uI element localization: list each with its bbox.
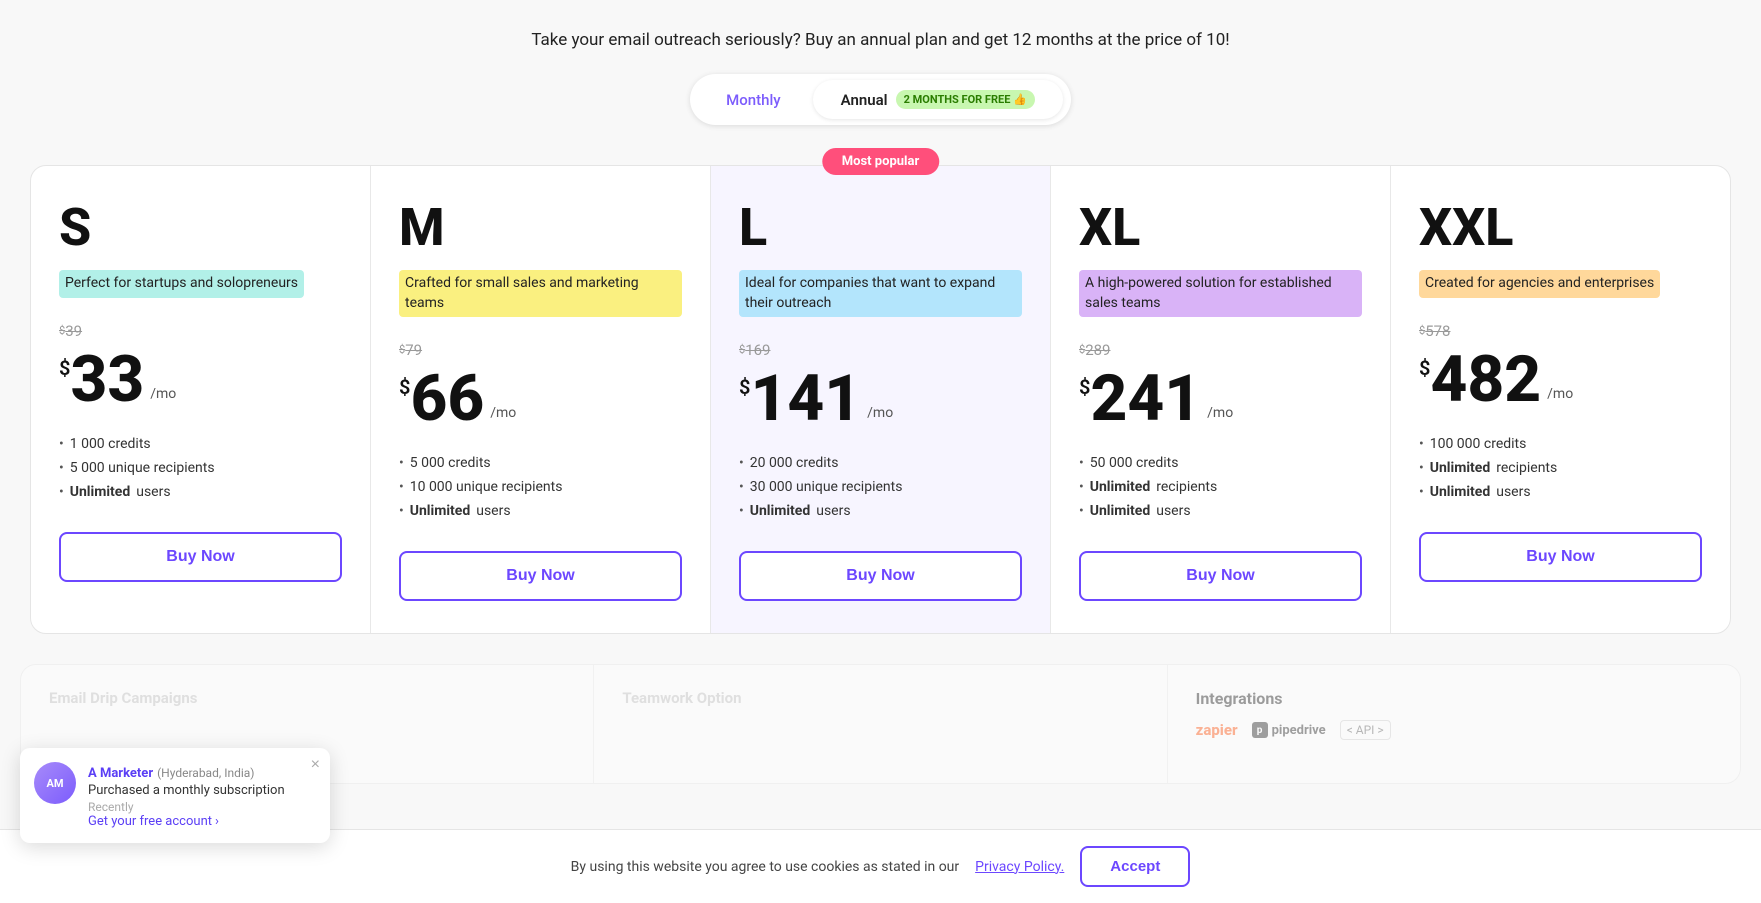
cookie-accept-button[interactable]: Accept <box>1080 846 1190 887</box>
cookie-text: By using this website you agree to use c… <box>571 859 959 875</box>
features-list-xxl: 100 000 credits Unlimited recipients Unlim… <box>1419 436 1702 500</box>
price-row-m: $79 $ 66 /mo <box>399 341 682 431</box>
current-price-l: $ 141 <box>739 367 861 431</box>
plan-name-m: M <box>399 202 682 254</box>
original-price-m: $79 <box>399 341 484 359</box>
notif-location: (Hyderabad, India) <box>157 766 254 780</box>
plan-name-xxl: XXL <box>1419 202 1702 254</box>
feature-item: Unlimited recipients <box>1419 460 1702 476</box>
buy-button-xxl[interactable]: Buy Now <box>1419 532 1702 582</box>
notif-content: A Marketer (Hyderabad, India) Purchased … <box>88 762 314 829</box>
plans-wrapper: S Perfect for startups and solopreneurs … <box>30 165 1731 634</box>
integrations-title: Integrations <box>1196 689 1712 708</box>
price-row-s: $39 $ 33 /mo <box>59 322 342 412</box>
plan-card-s: S Perfect for startups and solopreneurs … <box>31 166 371 633</box>
feature-item: Unlimited users <box>1419 484 1702 500</box>
zapier-logo: zapier <box>1196 721 1238 739</box>
plans-section: S Perfect for startups and solopreneurs … <box>20 165 1741 634</box>
notif-link[interactable]: Get your free account › <box>88 814 314 829</box>
plan-tagline-l: Ideal for companies that want to expand … <box>739 270 1022 317</box>
original-price-s: $39 <box>59 322 144 340</box>
buy-button-xl[interactable]: Buy Now <box>1079 551 1362 601</box>
chevron-right-icon: › <box>215 814 219 829</box>
annual-toggle[interactable]: Annual 2 MONTHS FOR FREE 👍 <box>813 80 1063 119</box>
feature-item: Unlimited users <box>1079 503 1362 519</box>
plan-tagline-s: Perfect for startups and solopreneurs <box>59 270 304 298</box>
current-price-m: $ 66 <box>399 367 484 431</box>
pipedrive-logo: p pipedrive <box>1252 722 1326 738</box>
buy-button-m[interactable]: Buy Now <box>399 551 682 601</box>
notif-close-button[interactable]: × <box>311 756 320 774</box>
original-price-xl: $289 <box>1079 341 1201 359</box>
annual-badge: 2 MONTHS FOR FREE 👍 <box>896 90 1035 109</box>
price-row-xxl: $578 $ 482 /mo <box>1419 322 1702 412</box>
feature-item: 30 000 unique recipients <box>739 479 1022 495</box>
teamwork-title: Teamwork Option <box>622 689 1138 707</box>
original-price-xxl: $578 <box>1419 322 1541 340</box>
email-drip-title: Email Drip Campaigns <box>49 689 565 707</box>
feature-item: Unlimited recipients <box>1079 479 1362 495</box>
feature-item: 20 000 credits <box>739 455 1022 471</box>
price-period-m: /mo <box>490 405 516 421</box>
privacy-policy-link[interactable]: Privacy Policy. <box>975 859 1064 875</box>
feature-item: 50 000 credits <box>1079 455 1362 471</box>
feature-item: 5 000 unique recipients <box>59 460 342 476</box>
billing-toggle-wrapper: Monthly Annual 2 MONTHS FOR FREE 👍 <box>20 74 1741 125</box>
notif-time: Recently <box>88 800 314 814</box>
plan-tagline-xxl: Created for agencies and enterprises <box>1419 270 1660 298</box>
feature-item: Unlimited users <box>399 503 682 519</box>
current-price-xxl: $ 482 <box>1419 348 1541 412</box>
teamwork-col: Teamwork Option <box>594 665 1167 783</box>
features-list-xl: 50 000 credits Unlimited recipients Unlimi… <box>1079 455 1362 519</box>
feature-item: 100 000 credits <box>1419 436 1702 452</box>
plan-card-xxl: XXL Created for agencies and enterprises… <box>1391 166 1730 633</box>
plan-card-xl: XL A high-powered solution for establish… <box>1051 166 1391 633</box>
price-row-xl: $289 $ 241 /mo <box>1079 341 1362 431</box>
plan-name-s: S <box>59 202 342 254</box>
notif-action: Purchased a monthly subscription <box>88 783 314 798</box>
features-list-m: 5 000 credits 10 000 unique recipients Unl… <box>399 455 682 519</box>
plan-tagline-xl: A high-powered solution for established … <box>1079 270 1362 317</box>
buy-button-l[interactable]: Buy Now <box>739 551 1022 601</box>
price-period-l: /mo <box>867 405 893 421</box>
page-headline: Take your email outreach seriously? Buy … <box>20 30 1741 50</box>
monthly-toggle[interactable]: Monthly <box>698 81 808 119</box>
notification-popup: AM A Marketer (Hyderabad, India) Purchas… <box>20 748 330 843</box>
notif-name: A Marketer <box>88 766 153 781</box>
notif-avatar: AM <box>34 762 76 804</box>
plan-tagline-m: Crafted for small sales and marketing te… <box>399 270 682 317</box>
features-list-l: 20 000 credits 30 000 unique recipients Un… <box>739 455 1022 519</box>
feature-item: 10 000 unique recipients <box>399 479 682 495</box>
plan-card-m: M Crafted for small sales and marketing … <box>371 166 711 633</box>
api-badge: < API > <box>1340 720 1391 740</box>
plan-name-xl: XL <box>1079 202 1362 254</box>
price-row-l: $169 $ 141 /mo <box>739 341 1022 431</box>
current-price-xl: $ 241 <box>1079 367 1201 431</box>
price-period-xl: /mo <box>1207 405 1233 421</box>
features-list-s: 1 000 credits 5 000 unique recipients Unli… <box>59 436 342 500</box>
price-period-s: /mo <box>150 386 176 402</box>
most-popular-badge: Most popular <box>822 148 939 175</box>
feature-item: 5 000 credits <box>399 455 682 471</box>
billing-toggle-pill: Monthly Annual 2 MONTHS FOR FREE 👍 <box>690 74 1071 125</box>
feature-item: Unlimited users <box>59 484 342 500</box>
integrations-col: Integrations zapier p pipedrive < API > <box>1168 665 1740 783</box>
feature-item: 1 000 credits <box>59 436 342 452</box>
feature-item: Unlimited users <box>739 503 1022 519</box>
annual-label: Annual <box>841 91 888 109</box>
original-price-l: $169 <box>739 341 861 359</box>
plan-name-l: L <box>739 202 1022 254</box>
integrations-logos: zapier p pipedrive < API > <box>1196 720 1712 740</box>
price-period-xxl: /mo <box>1547 386 1573 402</box>
buy-button-s[interactable]: Buy Now <box>59 532 342 582</box>
current-price-s: $ 33 <box>59 348 144 412</box>
plan-card-l: Most popular L Ideal for companies that … <box>711 166 1051 633</box>
